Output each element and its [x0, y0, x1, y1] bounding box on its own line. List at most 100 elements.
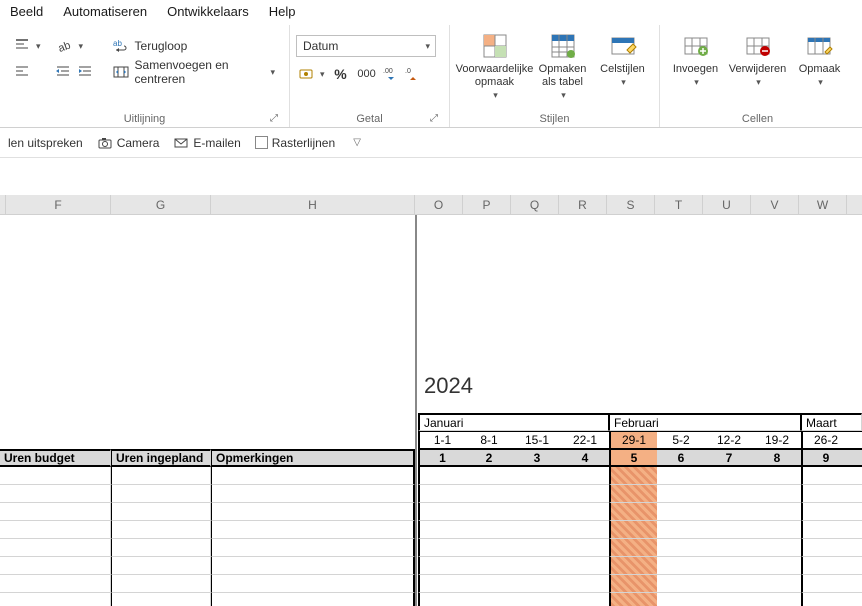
cell[interactable]	[465, 593, 514, 606]
cell[interactable]	[211, 575, 415, 593]
spreadsheet[interactable]: F G H O P Q R S T U V W 2024 Januari Feb…	[0, 195, 862, 606]
cell[interactable]	[801, 503, 850, 521]
col-header-S[interactable]: S	[607, 195, 655, 214]
camera-button[interactable]: Camera	[97, 135, 160, 151]
cell[interactable]	[561, 485, 610, 503]
increase-indent-button[interactable]	[75, 61, 95, 83]
cell[interactable]	[849, 467, 862, 485]
cell[interactable]	[801, 521, 850, 539]
cell[interactable]	[657, 485, 706, 503]
year-cell[interactable]: 2024	[418, 371, 618, 401]
col-header-F[interactable]: F	[6, 195, 111, 214]
email-button[interactable]: E-mailen	[173, 135, 240, 151]
month-cell-feb[interactable]: Februari	[609, 413, 801, 431]
cell[interactable]	[465, 467, 514, 485]
cell[interactable]	[111, 485, 211, 503]
cell[interactable]	[418, 539, 466, 557]
cell[interactable]	[211, 485, 415, 503]
cell[interactable]	[465, 557, 514, 575]
cell[interactable]	[849, 575, 862, 593]
cell[interactable]	[418, 521, 466, 539]
cell[interactable]	[0, 539, 111, 557]
cell[interactable]	[609, 467, 658, 485]
date-cell[interactable]: 8-1	[465, 431, 514, 449]
merge-center-button[interactable]: Samenvoegen en centreren ▾	[109, 61, 279, 83]
cell[interactable]	[657, 467, 706, 485]
decrease-indent-button[interactable]	[53, 61, 73, 83]
percent-button[interactable]: %	[329, 63, 353, 85]
cell[interactable]	[211, 503, 415, 521]
cell[interactable]	[753, 467, 802, 485]
week-cell[interactable]: 6	[657, 449, 706, 467]
cell[interactable]	[513, 503, 562, 521]
month-cell-jan[interactable]: Januari	[418, 413, 609, 431]
cell[interactable]	[609, 503, 658, 521]
week-cell[interactable]: 7	[705, 449, 754, 467]
cell[interactable]	[111, 557, 211, 575]
format-cells-button[interactable]: Opmaak	[790, 29, 849, 91]
cell[interactable]	[753, 485, 802, 503]
cell[interactable]	[111, 503, 211, 521]
cell-styles-button[interactable]: Celstijlen	[593, 29, 653, 91]
menu-help[interactable]: Help	[269, 4, 296, 19]
cell[interactable]	[705, 557, 754, 575]
cell[interactable]	[513, 539, 562, 557]
cell[interactable]	[849, 539, 862, 557]
cell[interactable]	[561, 521, 610, 539]
cell[interactable]	[705, 485, 754, 503]
col-header-G[interactable]: G	[111, 195, 211, 214]
col-header-W[interactable]: W	[799, 195, 847, 214]
header-uren-budget[interactable]: Uren budget	[0, 449, 111, 467]
date-cell[interactable]: 19-2	[753, 431, 802, 449]
cell[interactable]	[609, 539, 658, 557]
cell[interactable]	[211, 467, 415, 485]
cell[interactable]	[513, 521, 562, 539]
cell[interactable]	[465, 575, 514, 593]
cell[interactable]	[609, 557, 658, 575]
cell[interactable]	[609, 521, 658, 539]
alignment-launcher[interactable]: ⤢	[267, 111, 281, 125]
cell[interactable]	[849, 521, 862, 539]
cell[interactable]	[418, 467, 466, 485]
align-left-button[interactable]	[10, 61, 45, 83]
header-uren-ingepland[interactable]: Uren ingepland	[111, 449, 211, 467]
cell[interactable]	[801, 485, 850, 503]
wrap-text-button[interactable]: ab Terugloop	[109, 35, 279, 57]
cell[interactable]	[849, 485, 862, 503]
cell[interactable]	[513, 575, 562, 593]
cell[interactable]	[657, 503, 706, 521]
cell[interactable]	[801, 575, 850, 593]
date-cell[interactable]: 1-1	[418, 431, 466, 449]
cell[interactable]	[0, 521, 111, 539]
menu-ontwikkelaars[interactable]: Ontwikkelaars	[167, 4, 249, 19]
cell[interactable]	[657, 521, 706, 539]
cell[interactable]	[418, 575, 466, 593]
number-format-select[interactable]: Datum	[296, 35, 436, 57]
cell[interactable]	[657, 575, 706, 593]
cell[interactable]	[111, 467, 211, 485]
header-opmerkingen[interactable]: Opmerkingen	[211, 449, 415, 467]
cell[interactable]	[849, 503, 862, 521]
cell[interactable]	[705, 593, 754, 606]
week-cell[interactable]: 1	[849, 449, 862, 467]
cell[interactable]	[513, 467, 562, 485]
currency-button[interactable]: ▾	[296, 63, 327, 85]
cell[interactable]	[513, 593, 562, 606]
week-cell[interactable]: 8	[753, 449, 802, 467]
cell[interactable]	[561, 593, 610, 606]
cell[interactable]	[211, 539, 415, 557]
speak-cells-button[interactable]: len uitspreken	[8, 136, 83, 150]
cell[interactable]	[111, 575, 211, 593]
col-header-V[interactable]: V	[751, 195, 799, 214]
cell[interactable]	[753, 575, 802, 593]
cell[interactable]	[0, 593, 111, 606]
date-cell[interactable]: 29-1	[609, 431, 658, 449]
date-cell[interactable]: 26-2	[801, 431, 850, 449]
cell[interactable]	[418, 557, 466, 575]
cell[interactable]	[465, 521, 514, 539]
cell[interactable]	[657, 539, 706, 557]
delete-cells-button[interactable]: Verwijderen	[725, 29, 790, 91]
cell[interactable]	[111, 539, 211, 557]
cell[interactable]	[465, 485, 514, 503]
quickbar-overflow-button[interactable]: ▽	[349, 135, 365, 151]
